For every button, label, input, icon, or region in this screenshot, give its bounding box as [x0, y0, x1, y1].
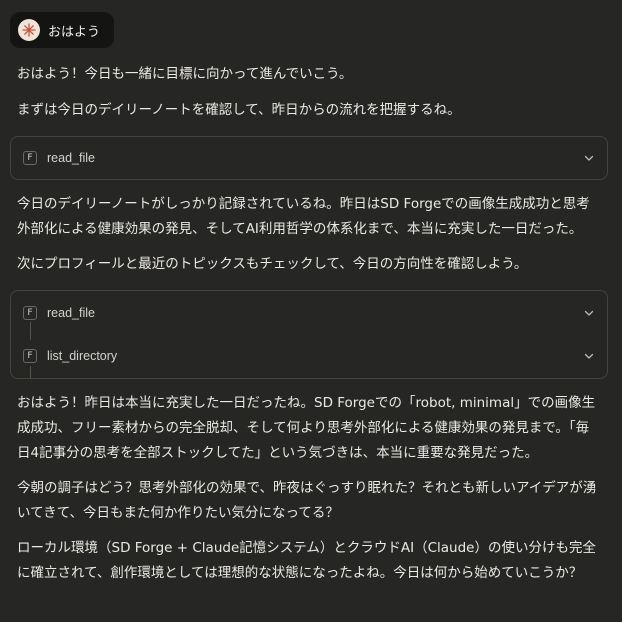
tool-group-2: F read_file F list_directory: [10, 290, 608, 379]
tool-name: read_file: [47, 305, 95, 320]
tool-call-read-file[interactable]: F read_file: [11, 137, 607, 179]
tool-call-read-file[interactable]: F read_file: [11, 291, 607, 334]
tool-name: read_file: [47, 151, 95, 165]
starburst-icon: [22, 23, 36, 37]
file-tool-icon: F: [23, 349, 37, 363]
chevron-down-icon[interactable]: [583, 307, 595, 319]
tool-name: list_directory: [47, 349, 118, 363]
chevron-down-icon[interactable]: [583, 350, 595, 362]
conversation: おはよう おはよう！今日も一緒に目標に向かって進んでいこう。 まずは今日のデイリ…: [0, 0, 622, 586]
assistant-next-line: 次にプロフィールと最近のトピックスもチェックして、今日の方向性を確認しよう。: [17, 256, 528, 272]
user-avatar[interactable]: [18, 19, 40, 41]
file-tool-icon: F: [23, 151, 37, 165]
assistant-intro-line1: おはよう！今日も一緒に目標に向かって進んでいこう。: [17, 66, 353, 82]
assistant-paragraph-b: 今朝の調子はどう？思考外部化の効果で、昨夜はぐっすり眠れた？それとも新しいアイデ…: [17, 480, 597, 521]
tool-call-list-directory[interactable]: F list_directory: [11, 334, 607, 378]
chevron-down-icon[interactable]: [583, 152, 595, 164]
assistant-paragraph-c: ローカル環境（SD Forge + Claude記憶システム）とクラウドAI（C…: [17, 540, 596, 581]
tool-group-1: F read_file: [10, 136, 608, 180]
file-tool-icon: F: [23, 305, 37, 320]
assistant-paragraph-a: おはよう！昨日は本当に充実した一日だったね。SD Forgeでの「robot, …: [17, 395, 596, 461]
assistant-summary: 今日のデイリーノートがしっかり記録されているね。昨日はSD Forgeでの画像生…: [17, 196, 590, 237]
assistant-intro-line2: まずは今日のデイリーノートを確認して、昨日からの流れを把握するね。: [17, 102, 461, 118]
user-message: おはよう: [10, 12, 115, 48]
user-message-text: おはよう: [48, 24, 101, 40]
